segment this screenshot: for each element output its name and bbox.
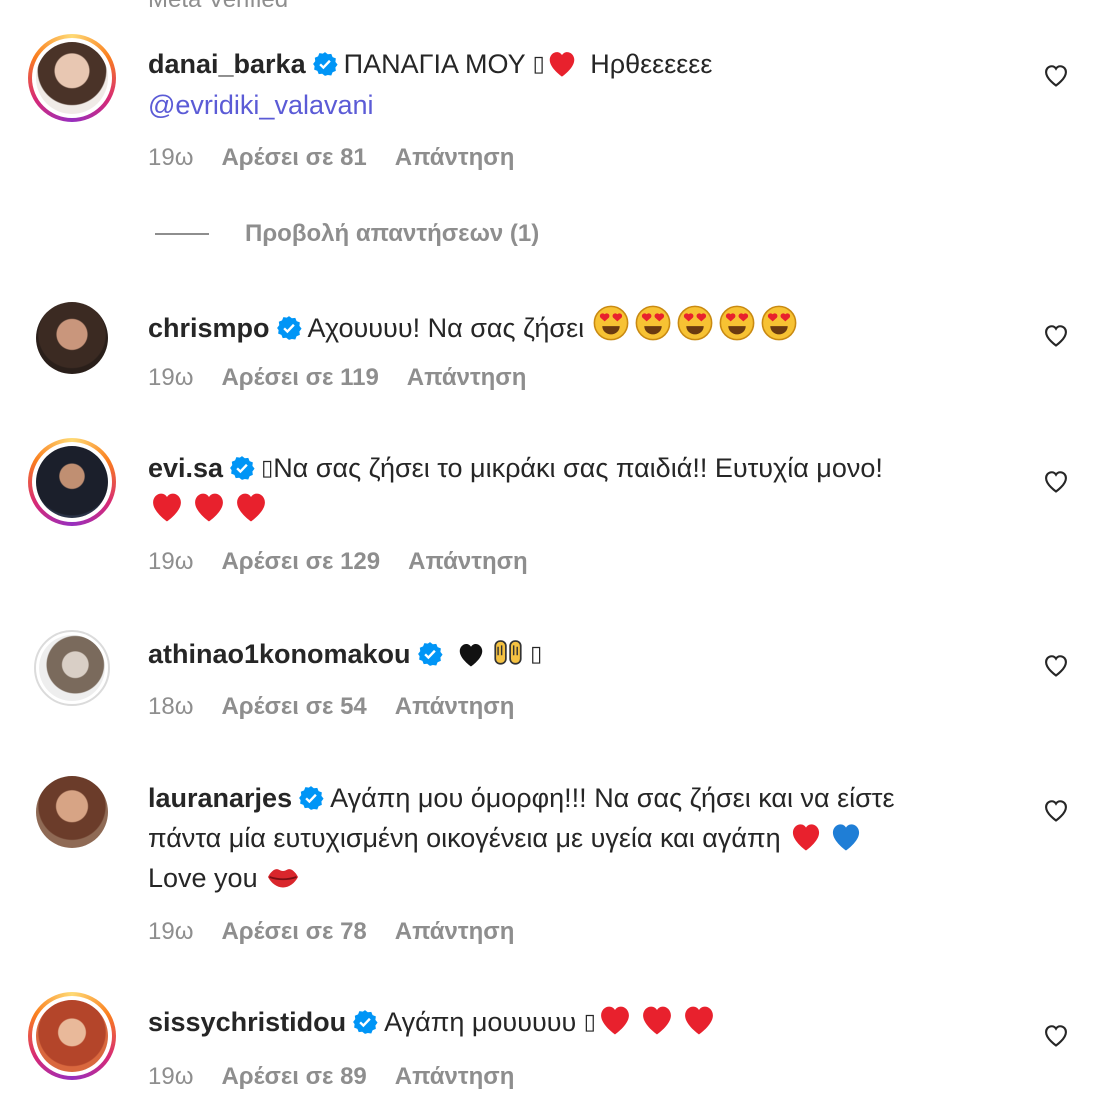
- comment-body: Να σας ζήσει το μικράκι σας παιδιά!! Ευτ…: [273, 453, 883, 483]
- meta-verified-label: Meta Verified: [148, 0, 288, 14]
- avatar[interactable]: [28, 438, 116, 526]
- heart-outline-icon[interactable]: [1042, 62, 1070, 88]
- heart-outline-icon[interactable]: [1042, 652, 1070, 678]
- likes-count[interactable]: Αρέσει σε 89: [221, 1063, 366, 1091]
- heart-outline-icon[interactable]: [1042, 468, 1070, 494]
- red-hearts: [148, 493, 274, 524]
- reply-button[interactable]: Απάντηση: [395, 693, 515, 721]
- comment-body-line2: πάντα μία ευτυχισμένη οικογένεια με υγεί…: [148, 823, 781, 853]
- likes-count[interactable]: Αρέσει σε 54: [221, 693, 366, 721]
- heart-eyes-emoji-icon: [719, 305, 755, 341]
- reply-button[interactable]: Απάντηση: [408, 548, 528, 576]
- red-heart-icon: [195, 493, 223, 522]
- username[interactable]: lauranarjes: [148, 783, 292, 813]
- timestamp[interactable]: 19ω: [148, 144, 193, 172]
- reply-button[interactable]: Απάντηση: [395, 1063, 515, 1091]
- likes-count[interactable]: Αρέσει σε 119: [221, 364, 378, 392]
- mention-link[interactable]: @evridiki_valavani: [148, 90, 374, 120]
- username[interactable]: athinao1konomakou: [148, 639, 411, 669]
- heart-eyes-emoji-icon: [677, 305, 713, 341]
- comment-body: Αγάπη μουυυυυ: [384, 1007, 577, 1037]
- missing-glyph-icon: ▯: [532, 52, 545, 77]
- missing-glyph-icon: ▯: [530, 642, 543, 667]
- red-heart-icon: [237, 493, 265, 522]
- comment-text: athinao1konomakou ▯: [148, 634, 1008, 675]
- reply-button[interactable]: Απάντηση: [407, 364, 527, 392]
- verified-badge-icon: [417, 642, 443, 666]
- comment-body-line3: Love you: [148, 863, 258, 893]
- verified-badge-icon: [299, 786, 324, 810]
- heart-eyes-emoji-icon: [761, 305, 797, 341]
- red-heart-icon: [793, 824, 820, 851]
- timestamp[interactable]: 18ω: [148, 693, 193, 721]
- timestamp[interactable]: 19ω: [148, 918, 193, 946]
- red-heart-icon: [153, 493, 181, 522]
- view-replies-button[interactable]: Προβολή απαντήσεων (1): [155, 220, 539, 248]
- comment-meta: 19ω Αρέσει σε 129 Απάντηση: [148, 548, 528, 576]
- username[interactable]: danai_barka: [148, 49, 306, 79]
- comment-meta: 19ω Αρέσει σε 81 Απάντηση: [148, 144, 514, 172]
- avatar[interactable]: [28, 768, 116, 856]
- likes-count[interactable]: Αρέσει σε 81: [221, 144, 366, 172]
- red-heart-icon: [600, 1006, 629, 1035]
- missing-glyph-icon: ▯: [583, 1010, 596, 1035]
- verified-badge-icon: [276, 316, 302, 340]
- kiss-lips-icon: [268, 869, 299, 888]
- view-replies-label[interactable]: Προβολή απαντήσεων (1): [245, 220, 539, 248]
- comment-text: chrismpo Αχουυυυ! Να σας ζήσει: [148, 304, 1008, 348]
- heart-outline-icon[interactable]: [1042, 322, 1070, 348]
- red-heart-icon: [684, 1006, 713, 1035]
- username[interactable]: evi.sa: [148, 453, 223, 483]
- comment-text: lauranarjes Αγάπη μου όμορφη!!! Να σας ζή…: [148, 778, 1008, 898]
- heart-eyes-emoji-icon: [635, 305, 671, 341]
- raised-hands-icon: [494, 640, 522, 665]
- username[interactable]: chrismpo: [148, 313, 270, 343]
- reply-button[interactable]: Απάντηση: [395, 918, 515, 946]
- avatar[interactable]: [28, 294, 116, 382]
- avatar[interactable]: [28, 624, 116, 712]
- comment-body-end: Ηρθεεεεεε: [582, 49, 713, 79]
- avatar[interactable]: [28, 992, 116, 1080]
- verified-badge-icon: [230, 456, 255, 480]
- heart-outline-icon[interactable]: [1042, 1022, 1070, 1048]
- likes-count[interactable]: Αρέσει σε 78: [221, 918, 366, 946]
- avatar[interactable]: [28, 34, 116, 122]
- black-heart-icon: [459, 644, 483, 667]
- comment-body-line1: Αγάπη μου όμορφη!!! Να σας ζήσει και να …: [330, 783, 895, 813]
- reply-button[interactable]: Απάντηση: [395, 144, 515, 172]
- verified-badge-icon: [312, 52, 338, 76]
- likes-count[interactable]: Αρέσει σε 129: [221, 548, 380, 576]
- timestamp[interactable]: 19ω: [148, 548, 193, 576]
- timestamp[interactable]: 19ω: [148, 1063, 193, 1091]
- red-heart-icon: [549, 52, 575, 77]
- missing-glyph-icon: ▯: [261, 456, 274, 481]
- comment-meta: 19ω Αρέσει σε 119 Απάντηση: [148, 364, 526, 392]
- comment-text: evi.sa ▯Να σας ζήσει το μικράκι σας παιδι…: [148, 448, 1008, 529]
- comment-body: ΠΑΝΑΓΙΑ ΜΟΥ: [343, 49, 533, 79]
- heart-eyes-emojis: [592, 305, 802, 343]
- heart-eyes-emoji-icon: [593, 305, 629, 341]
- red-heart-icon: [642, 1006, 671, 1035]
- username[interactable]: sissychristidou: [148, 1007, 346, 1037]
- heart-outline-icon[interactable]: [1042, 797, 1070, 823]
- comment-body: Αχουυυυ! Να σας ζήσει: [307, 313, 585, 343]
- comment-meta: 18ω Αρέσει σε 54 Απάντηση: [148, 693, 514, 721]
- divider-line: [155, 233, 209, 235]
- comment-text: danai_barka ΠΑΝΑΓΙΑ ΜΟΥ ▯ Ηρθεεεεεε @evri…: [148, 44, 1008, 125]
- comment-meta: 19ω Αρέσει σε 89 Απάντηση: [148, 1063, 514, 1091]
- blue-heart-icon: [833, 824, 860, 851]
- verified-badge-icon: [353, 1010, 378, 1034]
- comment-meta: 19ω Αρέσει σε 78 Απάντηση: [148, 918, 514, 946]
- comment-text: sissychristidou Αγάπη μουυυυυ ▯: [148, 1002, 1008, 1043]
- timestamp[interactable]: 19ω: [148, 364, 193, 392]
